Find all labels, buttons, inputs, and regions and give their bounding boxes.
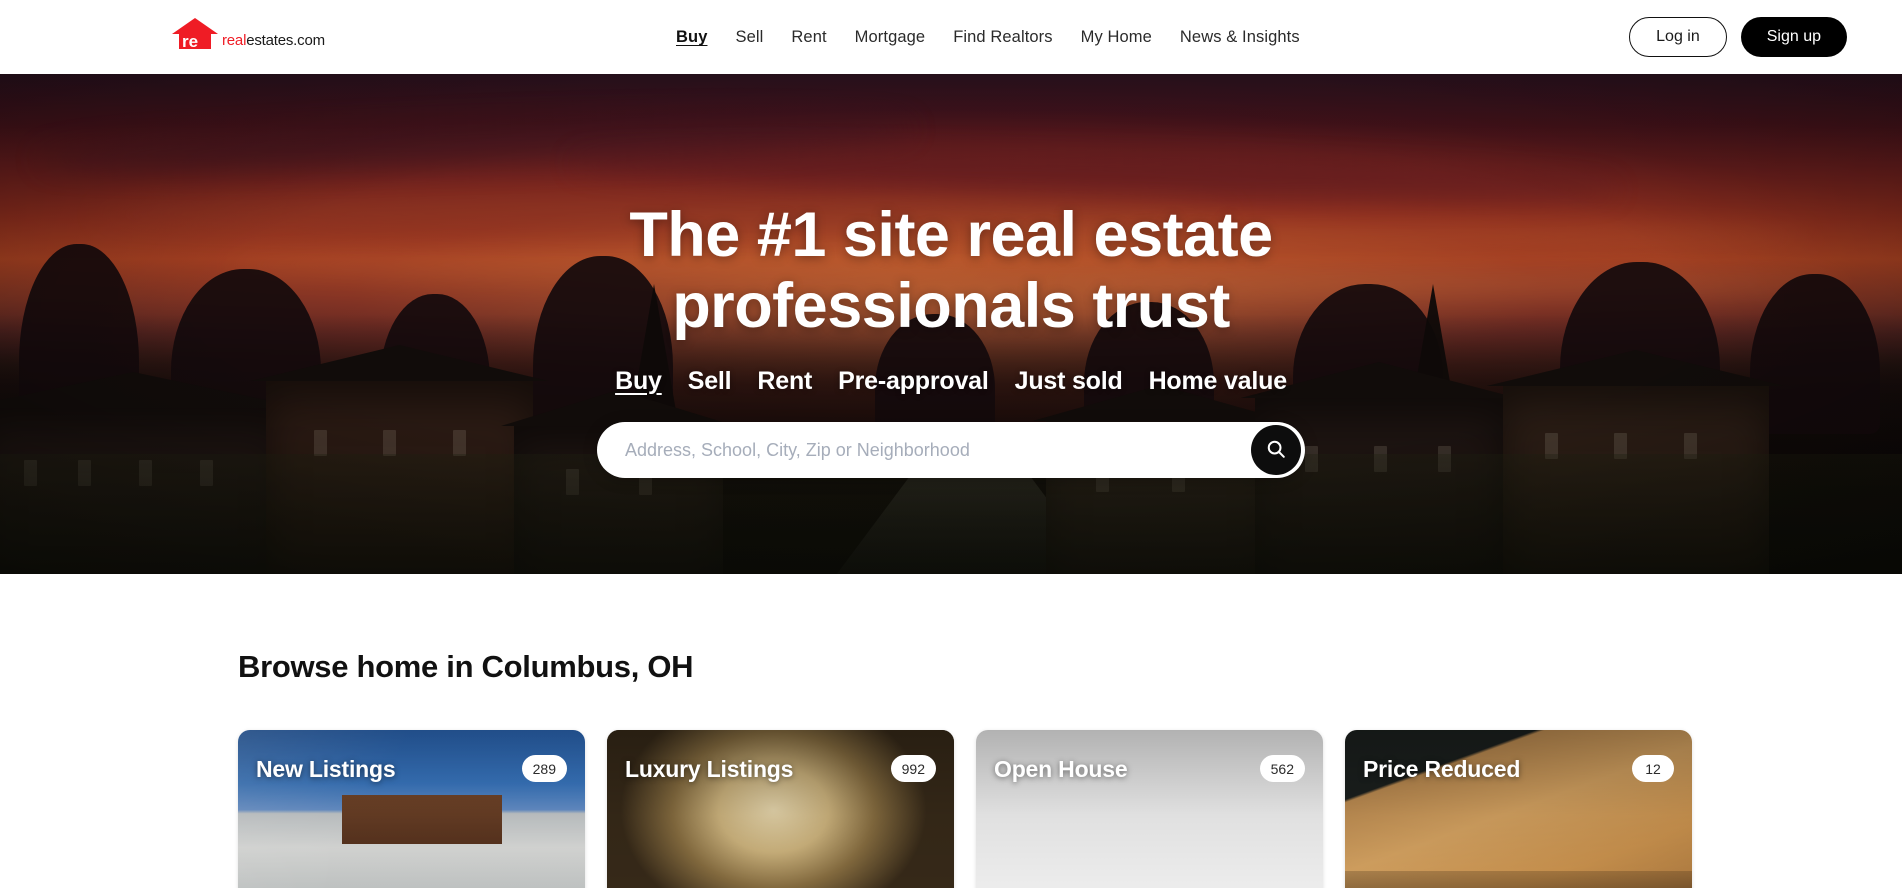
browse-card-price-reduced[interactable]: Price Reduced 12 [1345,730,1692,888]
browse-card-open-house[interactable]: Open House 562 [976,730,1323,888]
logo-wordmark: realestates.com [222,33,325,48]
nav-item-find-realtors[interactable]: Find Realtors [953,28,1052,47]
nav-item-rent[interactable]: Rent [791,28,826,47]
main-navigation: Buy Sell Rent Mortgage Find Realtors My … [676,28,1300,47]
card-label: Open House [994,756,1128,782]
hero-tab-buy[interactable]: Buy [615,367,662,396]
nav-item-mortgage[interactable]: Mortgage [855,28,926,47]
hero-tab-just-sold[interactable]: Just sold [1015,367,1123,396]
card-label: New Listings [256,756,396,782]
browse-card-luxury-listings[interactable]: Luxury Listings 992 [607,730,954,888]
search-box [597,422,1305,479]
log-in-button[interactable]: Log in [1629,17,1727,57]
hero-tab-home-value[interactable]: Home value [1149,367,1288,396]
card-count-badge: 992 [890,755,936,782]
hero-tabs: Buy Sell Rent Pre-approval Just sold Hom… [0,367,1902,396]
nav-item-sell[interactable]: Sell [735,28,763,47]
svg-text:re: re [182,32,198,50]
hero-section: The #1 site real estate professionals tr… [0,74,1902,574]
card-label: Price Reduced [1363,756,1521,782]
browse-card-new-listings[interactable]: New Listings 289 [238,730,585,888]
search-icon [1265,438,1287,463]
hero-tab-pre-approval[interactable]: Pre-approval [838,367,989,396]
auth-buttons: Log in Sign up [1629,17,1847,57]
hero-search-row [0,422,1902,479]
logo-word-estates: estates.com [246,32,325,49]
search-input[interactable] [597,439,1305,461]
hero-title: The #1 site real estate professionals tr… [0,200,1902,341]
nav-item-my-home[interactable]: My Home [1081,28,1152,47]
hero-content: The #1 site real estate professionals tr… [0,74,1902,479]
hero-tab-rent[interactable]: Rent [757,367,812,396]
site-logo[interactable]: re realestates.com [170,16,325,50]
browse-title: Browse home in Columbus, OH [238,649,694,684]
site-header: re realestates.com Buy Sell Rent Mortgag… [0,0,1902,74]
browse-cards: New Listings 289 Luxury Listings 992 Ope… [238,730,1902,888]
search-submit-button[interactable] [1251,425,1301,476]
hero-title-line-2: professionals trust [672,270,1230,341]
nav-item-buy[interactable]: Buy [676,28,707,47]
sign-up-button[interactable]: Sign up [1740,17,1847,57]
hero-title-line-1: The #1 site real estate [629,200,1273,270]
browse-section: Browse home in Columbus, OH New Listings… [0,649,1902,888]
nav-item-news-insights[interactable]: News & Insights [1180,28,1300,47]
logo-word-real: real [222,32,247,49]
hero-tab-sell[interactable]: Sell [688,367,732,396]
card-count-badge: 12 [1632,755,1674,782]
card-count-badge: 562 [1259,755,1305,782]
card-label: Luxury Listings [625,756,794,782]
card-count-badge: 289 [521,755,567,782]
